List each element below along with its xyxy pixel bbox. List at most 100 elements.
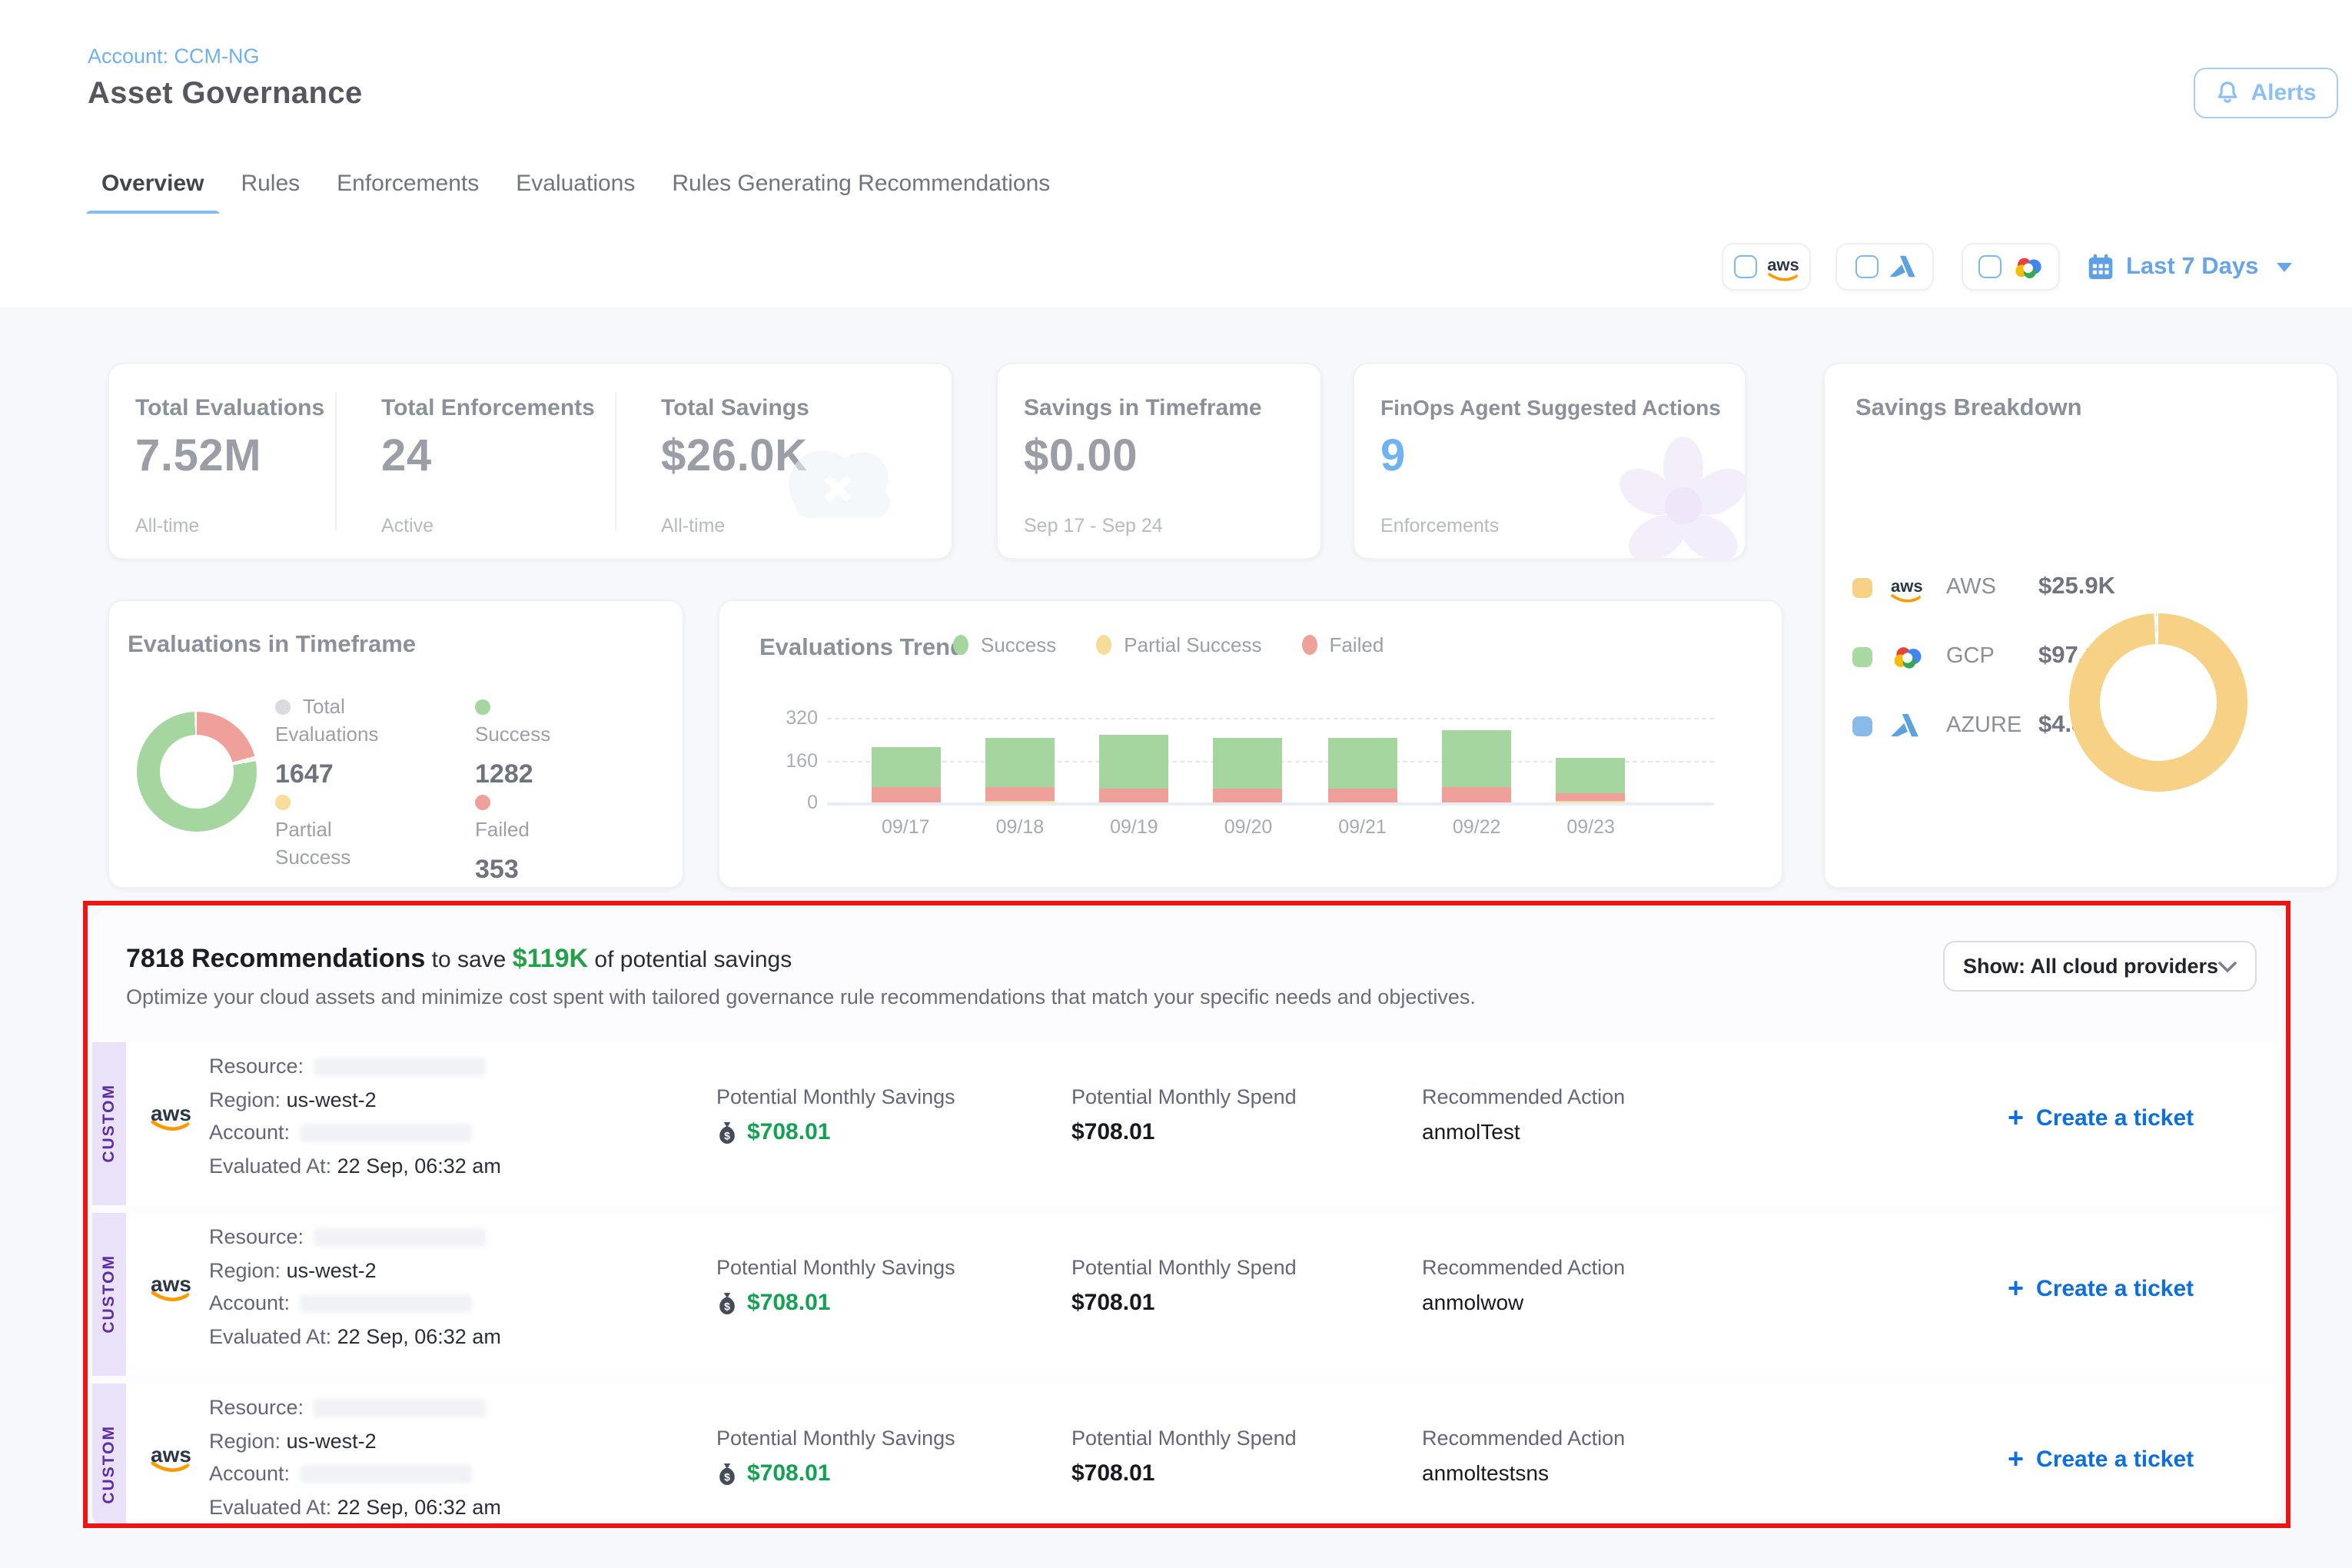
tab-overview[interactable]: Overview <box>101 154 204 214</box>
custom-tag: CUSTOM <box>92 1213 126 1376</box>
provider-filter-gcp[interactable] <box>1962 243 2060 291</box>
tab-evaluations[interactable]: Evaluations <box>516 154 635 214</box>
azure-checkbox[interactable] <box>1855 255 1878 278</box>
cloud-provider-filter-dropdown[interactable]: Show: All cloud providers <box>1943 941 2257 992</box>
calendar-icon <box>2088 254 2114 280</box>
legend-item-aws: aws AWS $25.9K <box>1852 573 2115 601</box>
alerts-button[interactable]: Alerts <box>2194 68 2338 118</box>
create-ticket-button[interactable]: +Create a ticket <box>2008 1274 2194 1302</box>
legend-label: Success <box>475 723 550 746</box>
money-bag-icon: $ <box>716 1461 738 1486</box>
action-value: anmolwow <box>1422 1290 1523 1314</box>
page-title: Asset Governance <box>88 77 363 112</box>
tab-rules[interactable]: Rules <box>241 154 300 214</box>
redacted-account <box>299 1125 471 1143</box>
spend-column-label: Potential Monthly Spend <box>1071 1256 1297 1279</box>
gcp-checkbox[interactable] <box>1978 255 2001 278</box>
aws-icon: aws <box>1767 258 1799 275</box>
legend-item-gcp: GCP $97.19 <box>1852 643 2111 670</box>
spend-value: $708.01 <box>1071 1119 1154 1145</box>
svg-text:$: $ <box>724 1128 730 1141</box>
y-tick: 320 <box>756 707 818 729</box>
legend-label: AWS <box>1946 575 2020 600</box>
recommendations-amount: $119K <box>513 944 588 973</box>
finops-actions-value: 9 <box>1380 432 1406 483</box>
recommendation-row: CUSTOM aws Resource: Region: us-west-2 A… <box>92 1384 2281 1528</box>
gcp-icon <box>2011 254 2044 279</box>
savings-value: $ $708.01 <box>716 1460 830 1487</box>
legend-label: Total Evaluations <box>275 695 378 746</box>
legend-value: $25.9K <box>2038 573 2115 601</box>
create-ticket-button[interactable]: +Create a ticket <box>2008 1445 2194 1473</box>
legend-value: 12 <box>275 882 350 889</box>
success-dot <box>475 699 490 715</box>
recommendations-count: 7818 Recommendations <box>126 944 425 973</box>
legend-item-partial-success: Partial Success 12 <box>275 789 350 889</box>
y-tick: 0 <box>756 792 818 813</box>
aws-checkbox[interactable] <box>1733 255 1756 278</box>
action-column-label: Recommended Action <box>1422 1085 1625 1108</box>
savings-column-label: Potential Monthly Savings <box>716 1085 955 1108</box>
provider-filter-aws[interactable]: aws <box>1722 243 1811 291</box>
resource-line: Resource: <box>209 1055 485 1078</box>
stats-card: Total Evaluations 7.52M All-time Total E… <box>108 363 953 560</box>
legend-value: 353 <box>475 855 530 885</box>
trend-plot: 09/1709/1809/1909/2009/2109/2209/23 <box>849 664 1648 802</box>
redacted-account <box>299 1295 471 1314</box>
aws-icon: aws <box>1891 579 1928 596</box>
total-evaluations-value: 7.52M <box>135 432 261 483</box>
date-range-picker[interactable]: Last 7 Days <box>2088 243 2292 291</box>
evaluated-line: Evaluated At: 22 Sep, 06:32 am <box>209 1154 501 1177</box>
total-evaluations-dot <box>275 699 291 715</box>
tab-enforcements[interactable]: Enforcements <box>337 154 479 214</box>
savings-breakdown-donut <box>2069 613 2247 792</box>
partial-success-dot <box>1096 635 1111 655</box>
savings-breakdown-card: Savings Breakdown aws AWS $25.9K GCP $97… <box>1823 363 2338 889</box>
x-axis <box>827 802 1714 806</box>
create-ticket-button[interactable]: +Create a ticket <box>2008 1104 2194 1131</box>
failed-dot <box>1301 635 1317 655</box>
legend-label: Failed <box>1329 633 1384 656</box>
aws-icon: aws <box>151 1101 215 1144</box>
legend-label: Failed <box>475 818 530 841</box>
azure-icon <box>1889 255 1915 278</box>
account-breadcrumb[interactable]: Account: CCM-NG <box>88 45 260 68</box>
region-line: Region: us-west-2 <box>209 1429 377 1452</box>
success-dot <box>953 635 968 655</box>
partial-success-dot <box>275 795 291 810</box>
recommendation-row: CUSTOM aws Resource: Region: us-west-2 A… <box>92 1213 2281 1376</box>
aws-icon: aws <box>151 1271 215 1314</box>
custom-tag: CUSTOM <box>92 1384 126 1528</box>
trend-bar-09/19: 09/19 <box>1077 664 1191 802</box>
resource-line: Resource: <box>209 1396 485 1419</box>
aws-icon: aws <box>151 1442 215 1485</box>
legend-item-partial-success: Partial Success <box>1096 633 1261 656</box>
headline-text: to save <box>432 947 507 973</box>
dropdown-label: Show: All cloud providers <box>1963 955 2218 978</box>
savings-in-timeframe-value: $0.00 <box>1024 432 1138 483</box>
legend-item-failed: Failed <box>1301 633 1384 656</box>
donut-hole <box>160 735 234 809</box>
provider-filter-azure[interactable] <box>1835 243 1934 291</box>
y-tick: 160 <box>756 749 818 771</box>
plus-icon: + <box>2008 1104 2024 1131</box>
region-line: Region: us-west-2 <box>209 1258 377 1281</box>
account-line: Account: <box>209 1291 471 1314</box>
legend-item-total: Total Evaluations 1647 <box>275 693 378 790</box>
legend-label: Partial Success <box>275 818 350 869</box>
savings-in-timeframe-label: Savings in Timeframe <box>1024 395 1262 421</box>
trend-bar-09/18: 09/18 <box>963 664 1078 802</box>
savings-value: $ $708.01 <box>716 1119 830 1145</box>
cloud-watermark-icon <box>758 432 927 540</box>
action-column-label: Recommended Action <box>1422 1427 1625 1450</box>
tab-rules-generating-recommendations[interactable]: Rules Generating Recommendations <box>672 154 1050 214</box>
azure-swatch <box>1852 716 1872 736</box>
failed-dot <box>475 795 490 810</box>
account-line: Account: <box>209 1462 471 1485</box>
trend-bar-09/17: 09/17 <box>849 664 963 802</box>
headline-text: of potential savings <box>594 947 792 973</box>
legend-label: GCP <box>1946 644 2020 669</box>
plus-icon: + <box>2008 1274 2024 1302</box>
total-enforcements-value: 24 <box>381 432 432 483</box>
spend-column-label: Potential Monthly Spend <box>1071 1427 1297 1450</box>
